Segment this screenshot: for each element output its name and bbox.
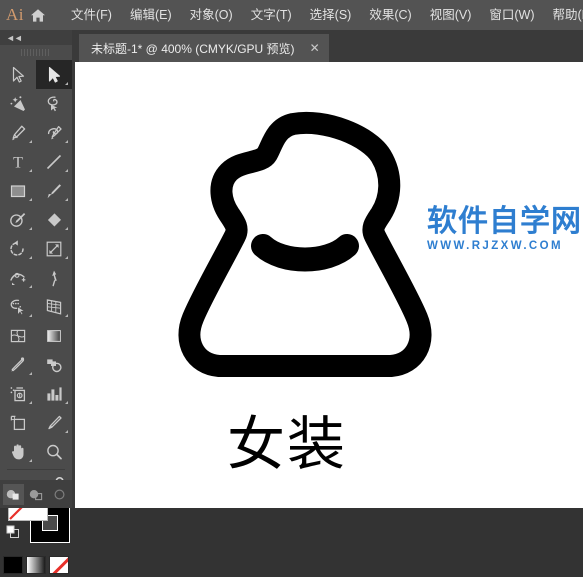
tools-divider [7, 469, 65, 470]
tool-eraser[interactable] [36, 205, 72, 234]
menu-view[interactable]: 视图(V) [421, 0, 481, 30]
tool-flyout-indicator [65, 82, 68, 85]
tools-panel-header: ◄◄ [0, 30, 72, 45]
default-fill-stroke-icon[interactable] [6, 525, 20, 544]
tool-flyout-indicator [65, 227, 68, 230]
tool-selection[interactable] [0, 60, 36, 89]
tool-flyout-indicator [65, 401, 68, 404]
menu-window[interactable]: 窗口(W) [480, 0, 543, 30]
tool-blend[interactable] [36, 350, 72, 379]
menu-type[interactable]: 文字(T) [242, 0, 301, 30]
menu-bar: Ai 文件(F) 编辑(E) 对象(O) 文字(T) 选择(S) 效果(C) 视… [0, 0, 583, 30]
color-mode-row [0, 553, 72, 577]
tool-lasso[interactable] [36, 89, 72, 118]
artboard[interactable]: 女装 软件自学网 WWW.RJZXW.COM [75, 62, 583, 508]
tool-shape-builder[interactable] [0, 292, 36, 321]
canvas-area[interactable]: 女装 软件自学网 WWW.RJZXW.COM [72, 62, 583, 508]
tool-flyout-indicator [29, 227, 32, 230]
tool-hand[interactable] [0, 437, 36, 466]
menu-help[interactable]: 帮助(H) [544, 0, 583, 30]
tool-flyout-indicator [65, 140, 68, 143]
home-icon[interactable] [30, 0, 46, 30]
svg-text:T: T [13, 154, 23, 171]
tool-rectangle[interactable] [0, 176, 36, 205]
tool-shaper[interactable] [0, 205, 36, 234]
screen-mode-row [0, 480, 72, 508]
none-mode-button[interactable] [49, 556, 69, 574]
tool-paintbrush[interactable] [36, 176, 72, 205]
tool-flyout-indicator [29, 285, 32, 288]
illustrator-window: Ai 文件(F) 编辑(E) 对象(O) 文字(T) 选择(S) 效果(C) 视… [0, 0, 583, 508]
tool-rotate[interactable] [0, 234, 36, 263]
tool-artboard[interactable] [0, 408, 36, 437]
tool-gradient[interactable] [36, 321, 72, 350]
tool-flyout-indicator [29, 169, 32, 172]
tool-flyout-indicator [29, 459, 32, 462]
tool-flyout-indicator [29, 401, 32, 404]
tool-magic-wand[interactable] [0, 89, 36, 118]
collapse-panel-icon[interactable]: ◄◄ [6, 33, 22, 43]
ai-logo-icon: Ai [6, 5, 24, 25]
color-mode-button[interactable] [3, 556, 23, 574]
tool-flyout-indicator [65, 198, 68, 201]
watermark-en-text: WWW.RJZXW.COM [427, 240, 582, 252]
tool-flyout-indicator [29, 372, 32, 375]
tool-free-transform[interactable] [36, 263, 72, 292]
tool-flyout-indicator [29, 256, 32, 259]
tool-line-segment[interactable] [36, 147, 72, 176]
tool-flyout-indicator [65, 314, 68, 317]
tool-flyout-indicator [29, 314, 32, 317]
panel-drag-handle[interactable] [0, 45, 72, 60]
tool-flyout-indicator [29, 140, 32, 143]
tool-live-paint-bucket[interactable] [0, 379, 36, 408]
gradient-mode-button[interactable] [26, 556, 46, 574]
watermark-cn-text: 软件自学网 [427, 207, 582, 237]
tool-perspective-grid[interactable] [36, 292, 72, 321]
tool-mesh[interactable] [0, 321, 36, 350]
tool-scale[interactable] [36, 234, 72, 263]
tool-curvature[interactable] [36, 118, 72, 147]
tool-width[interactable] [0, 263, 36, 292]
menu-effect[interactable]: 效果(C) [360, 0, 420, 30]
tool-flyout-indicator [65, 256, 68, 259]
tool-type[interactable]: T [0, 147, 36, 176]
menu-object[interactable]: 对象(O) [181, 0, 242, 30]
screen-mode-full[interactable] [49, 484, 70, 505]
menu-item-list: 文件(F) 编辑(E) 对象(O) 文字(T) 选择(S) 效果(C) 视图(V… [62, 0, 583, 30]
screen-mode-normal[interactable] [3, 484, 24, 505]
tool-flyout-indicator [65, 169, 68, 172]
menu-select[interactable]: 选择(S) [301, 0, 361, 30]
tool-column-graph[interactable] [36, 379, 72, 408]
tool-pen[interactable] [0, 118, 36, 147]
tool-grid: T [0, 60, 72, 466]
dress-outline-shape[interactable] [175, 102, 435, 392]
tool-direct-selection[interactable] [36, 60, 72, 89]
document-tab-title: 未标题-1* @ 400% (CMYK/GPU 预览) [91, 40, 295, 57]
watermark: 软件自学网 WWW.RJZXW.COM [427, 207, 582, 252]
screen-mode-full-with-menu[interactable] [26, 484, 47, 505]
tool-flyout-indicator [65, 430, 68, 433]
document-tab-bar: 未标题-1* @ 400% (CMYK/GPU 预览) ✕ [72, 30, 583, 62]
artwork-text-label[interactable]: 女装 [227, 397, 347, 481]
menu-file[interactable]: 文件(F) [62, 0, 121, 30]
tool-zoom[interactable] [36, 437, 72, 466]
close-icon[interactable]: ✕ [310, 42, 320, 54]
document-tab[interactable]: 未标题-1* @ 400% (CMYK/GPU 预览) ✕ [79, 34, 329, 62]
tools-panel: ◄◄ [0, 30, 72, 508]
tool-slice[interactable] [36, 408, 72, 437]
tool-flyout-indicator [29, 198, 32, 201]
tool-eyedropper[interactable] [0, 350, 36, 379]
menu-edit[interactable]: 编辑(E) [121, 0, 181, 30]
